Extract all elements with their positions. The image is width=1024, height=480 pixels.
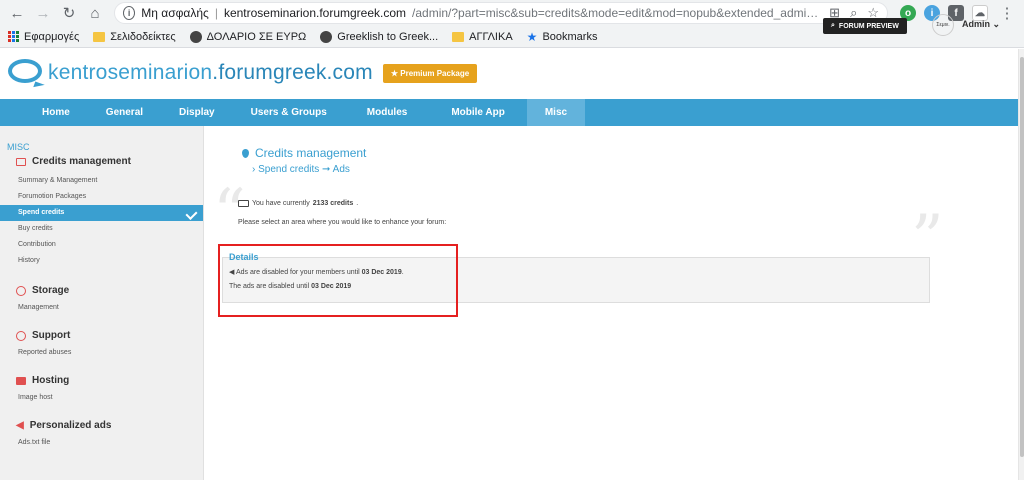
site-name-part2: .forumgreek.com [212, 61, 373, 84]
bookmark-label: Bookmarks [542, 30, 598, 43]
red-highlight-box [218, 244, 458, 317]
bookmark-label: ΔΟΛΑΡΙΟ ΣΕ ΕΥΡΩ [206, 30, 307, 43]
section-title: Hosting [32, 375, 70, 386]
bookmark-folder[interactable]: Σελιδοδείκτες [93, 30, 176, 43]
forum-preview-button[interactable]: ⌕ FORUM PREVIEW [823, 18, 907, 34]
url-host: kentroseminarion.forumgreek.com [223, 6, 407, 20]
admin-menu[interactable]: Admin ⌄ [962, 19, 1000, 30]
apps-icon [8, 31, 19, 42]
tab-users-groups[interactable]: Users & Groups [233, 99, 345, 126]
bookmark-label: Greeklish to Greek... [337, 30, 439, 43]
main-nav: Home General Display Users & Groups Modu… [0, 99, 1018, 126]
tab-general[interactable]: General [88, 99, 161, 126]
breadcrumb-spend-credits[interactable]: Spend credits [258, 164, 319, 175]
folder-icon [93, 31, 106, 42]
star-icon: ★ [390, 68, 401, 78]
admin-label: Admin [962, 19, 990, 29]
page-title: Credits management [242, 146, 366, 160]
home-icon[interactable]: ⌂ [84, 2, 106, 24]
sidebar-section-ads[interactable]: ◀ Personalized ads [0, 420, 203, 431]
bookmark-link[interactable]: ΔΟΛΑΡΙΟ ΣΕ ΕΥΡΩ [189, 30, 307, 43]
url-separator: | [214, 6, 218, 20]
location-pin-icon [242, 148, 249, 158]
search-icon: ⌕ [831, 22, 835, 29]
prompt-text: Please select an area where you would li… [238, 219, 447, 226]
site-name-part1: kentroseminarion [48, 61, 213, 84]
globe-icon [320, 30, 333, 43]
bookmark-apps[interactable]: Εφαρμογές [8, 31, 79, 43]
globe-icon [189, 30, 202, 43]
quote-open-icon: “ [213, 176, 246, 250]
bookmark-link[interactable]: Greeklish to Greek... [320, 30, 439, 43]
sidebar-link-ads-txt[interactable]: Ads.txt file [0, 435, 203, 451]
address-bar[interactable]: i Μη ασφαλής | kentroseminarion.forumgre… [114, 2, 888, 24]
premium-badge[interactable]: ★ Premium Package [382, 63, 478, 83]
sidebar-link-spend-credits[interactable]: Spend credits [0, 205, 203, 221]
lifebuoy-icon [16, 330, 26, 341]
url-path: /admin/?part=misc&sub=credits&mode=edit&… [412, 6, 823, 20]
sidebar-link-reported-abuses[interactable]: Reported abuses [0, 345, 203, 361]
section-title: Credits management [32, 156, 131, 167]
reload-icon[interactable]: ↻ [58, 2, 80, 24]
sidebar-section-support[interactable]: Support [0, 330, 203, 341]
scrollbar-thumb[interactable] [1020, 57, 1024, 457]
money-icon [16, 157, 26, 166]
section-title: Personalized ads [29, 420, 112, 431]
section-title: Support [32, 330, 71, 341]
security-label: Μη ασφαλής [141, 6, 209, 20]
money-icon [238, 200, 249, 207]
sidebar-section-hosting[interactable]: Hosting [0, 375, 203, 386]
sidebar-link-image-host[interactable]: Image host [0, 390, 203, 406]
avatar[interactable]: Σεμιν. [932, 14, 954, 36]
folder-icon [452, 31, 465, 42]
page-title-text: Credits management [255, 146, 367, 160]
bookmark-label: Σελιδοδείκτες [110, 30, 176, 43]
sidebar-link-management[interactable]: Management [0, 300, 203, 316]
megaphone-icon: ◀ [16, 420, 24, 431]
sidebar: MISC Credits management Summary & Manage… [0, 126, 204, 480]
site-header: kentroseminarion.forumgreek.com ★ Premiu… [0, 48, 1024, 98]
star-icon: ★ [526, 29, 538, 44]
credits-info: You have currently 2133 credits. [238, 200, 358, 207]
forward-icon[interactable]: → [32, 2, 54, 24]
bookmark-folder[interactable]: ΑΓΓΛΙΚΑ [452, 31, 513, 43]
forum-preview-label: FORUM PREVIEW [838, 22, 899, 30]
scrollbar[interactable] [1018, 49, 1024, 480]
tab-misc[interactable]: Misc [526, 99, 586, 126]
storage-icon [16, 285, 26, 296]
info-icon[interactable]: i [123, 6, 136, 20]
back-icon[interactable]: ← [6, 2, 28, 24]
image-icon [16, 376, 26, 385]
bookmark-label: Εφαρμογές [24, 30, 80, 43]
sidebar-link-packages[interactable]: Forumotion Packages [0, 189, 203, 205]
sidebar-section-credits[interactable]: Credits management [0, 156, 203, 167]
credits-prefix: You have currently [252, 200, 310, 207]
tab-modules[interactable]: Modules [345, 99, 430, 126]
bookmark-link[interactable]: ★ Bookmarks [527, 30, 598, 44]
arrow-right-icon: ➞ [322, 164, 333, 175]
sidebar-root[interactable]: MISC [0, 126, 203, 152]
site-name[interactable]: kentroseminarion.forumgreek.com [48, 61, 373, 85]
sidebar-link-summary[interactable]: Summary & Management [0, 173, 203, 189]
logo-icon[interactable] [8, 59, 45, 91]
sidebar-link-contribution[interactable]: Contribution [0, 237, 203, 253]
tab-home[interactable]: Home [0, 99, 88, 126]
sidebar-section-storage[interactable]: Storage [0, 285, 203, 296]
sidebar-link-buy-credits[interactable]: Buy credits [0, 221, 203, 237]
breadcrumb: › Spend credits ➞ Ads [252, 164, 350, 175]
main-content: Credits management › Spend credits ➞ Ads… [205, 126, 1018, 480]
tab-display[interactable]: Display [161, 99, 233, 126]
bookmark-label: ΑΓΓΛΙΚΑ [469, 30, 513, 43]
tab-mobile-app[interactable]: Mobile App [429, 99, 527, 126]
premium-label: Premium Package [400, 68, 470, 78]
sidebar-link-history[interactable]: History [0, 253, 203, 269]
credits-suffix: . [356, 200, 359, 207]
breadcrumb-ads[interactable]: Ads [333, 164, 350, 175]
avatar-text: Σεμιν. [936, 22, 950, 28]
chevron-down-icon: ⌄ [992, 19, 1001, 29]
section-title: Storage [32, 285, 70, 296]
credits-value: 2133 credits [312, 200, 354, 207]
